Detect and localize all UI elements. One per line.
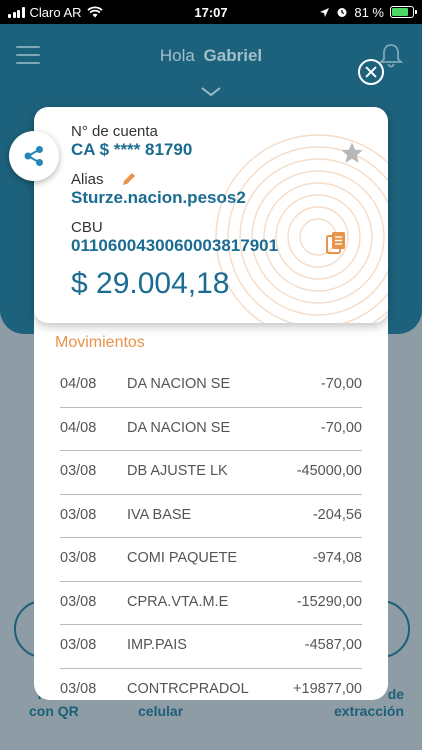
movement-description: CONTRCPRADOL <box>127 680 249 697</box>
movement-date: 04/08 <box>60 419 97 436</box>
cbu-label: CBU <box>71 219 103 236</box>
account-number-value: CA $ **** 81790 <box>71 140 193 159</box>
copy-icon[interactable] <box>326 231 346 255</box>
phone-label: celular <box>138 703 184 719</box>
movement-row[interactable]: 03/08 IMP.PAIS -4587,00 <box>60 625 362 669</box>
movement-row[interactable]: 03/08 IVA BASE -204,56 <box>60 495 362 538</box>
movement-amount: -70,00 <box>320 419 362 436</box>
account-balance: $ 29.004,18 <box>71 267 230 300</box>
movement-row[interactable]: 03/08 CPRA.VTA.M.E -15290,00 <box>60 582 362 625</box>
cbu-value: 0110600430060003817901 <box>71 236 279 255</box>
movement-description: IMP.PAIS <box>127 637 187 653</box>
battery-icon <box>389 6 417 18</box>
movements-list: 04/08 DA NACION SE -70,00 04/08 DA NACIO… <box>60 364 362 700</box>
movement-description: COMI PAQUETE <box>127 550 238 566</box>
signal-icon <box>8 6 25 18</box>
movement-date: 03/08 <box>60 506 97 523</box>
movement-description: DB AJUSTE LK <box>127 463 228 479</box>
movement-row[interactable]: 03/08 DB AJUSTE LK -45000,00 <box>60 451 362 495</box>
movements-panel: Movimientos 04/08 DA NACION SE -70,00 04… <box>34 300 388 700</box>
movement-date: 03/08 <box>60 637 97 653</box>
share-button[interactable] <box>9 131 59 181</box>
extraction-label-line2: extracción <box>334 703 405 719</box>
movement-date: 03/08 <box>60 680 97 697</box>
alias-label: Alias <box>71 171 104 188</box>
movement-amount: -204,56 <box>312 506 362 523</box>
pencil-icon[interactable] <box>121 171 137 187</box>
share-icon <box>24 146 43 166</box>
movement-description: DA NACION SE <box>127 376 231 392</box>
movement-row[interactable]: 03/08 CONTRCPRADOL +19877,00 <box>60 669 362 701</box>
movement-amount: -15290,00 <box>296 593 362 610</box>
movement-date: 03/08 <box>60 550 97 566</box>
carrier-name: Claro AR <box>29 4 82 20</box>
pay-qr-label-line2: con QR <box>29 703 79 719</box>
greeting-text: Hola <box>159 46 195 65</box>
star-icon[interactable] <box>340 141 364 165</box>
movement-amount: -45000,00 <box>296 463 362 479</box>
account-number-label: N° de cuenta <box>71 123 158 140</box>
movement-description: IVA BASE <box>127 506 192 523</box>
chevron-down-icon[interactable] <box>200 86 222 98</box>
location-arrow-icon <box>320 7 330 17</box>
movement-row[interactable]: 04/08 DA NACION SE -70,00 <box>60 408 362 451</box>
movements-title: Movimientos <box>55 334 145 351</box>
battery-percent: 81 % <box>354 4 384 20</box>
status-bar: Claro AR 17:07 81 % <box>0 0 422 24</box>
movement-description: DA NACION SE <box>127 419 231 436</box>
movement-amount: -70,00 <box>320 376 362 392</box>
battery-level <box>391 8 409 16</box>
movement-row[interactable]: 04/08 DA NACION SE -70,00 <box>60 364 362 408</box>
movement-amount: -974,08 <box>312 550 362 566</box>
account-card: N° de cuenta CA $ **** 81790 Alias Sturz… <box>34 107 388 323</box>
wifi-icon <box>86 6 103 18</box>
movement-description: CPRA.VTA.M.E <box>127 593 229 610</box>
movement-date: 03/08 <box>60 593 97 610</box>
close-icon[interactable] <box>358 59 384 85</box>
alarm-icon <box>337 8 347 17</box>
movement-row[interactable]: 03/08 COMI PAQUETE -974,08 <box>60 538 362 582</box>
alias-value: Sturze.nacion.pesos2 <box>71 188 246 207</box>
movement-date: 03/08 <box>60 463 97 479</box>
user-name: Gabriel <box>203 46 263 65</box>
movement-amount: +19877,00 <box>293 680 362 697</box>
status-time: 17:07 <box>194 4 228 20</box>
movement-amount: -4587,00 <box>304 637 362 653</box>
greeting: Hola Gabriel <box>0 46 422 66</box>
movement-date: 04/08 <box>60 376 97 392</box>
